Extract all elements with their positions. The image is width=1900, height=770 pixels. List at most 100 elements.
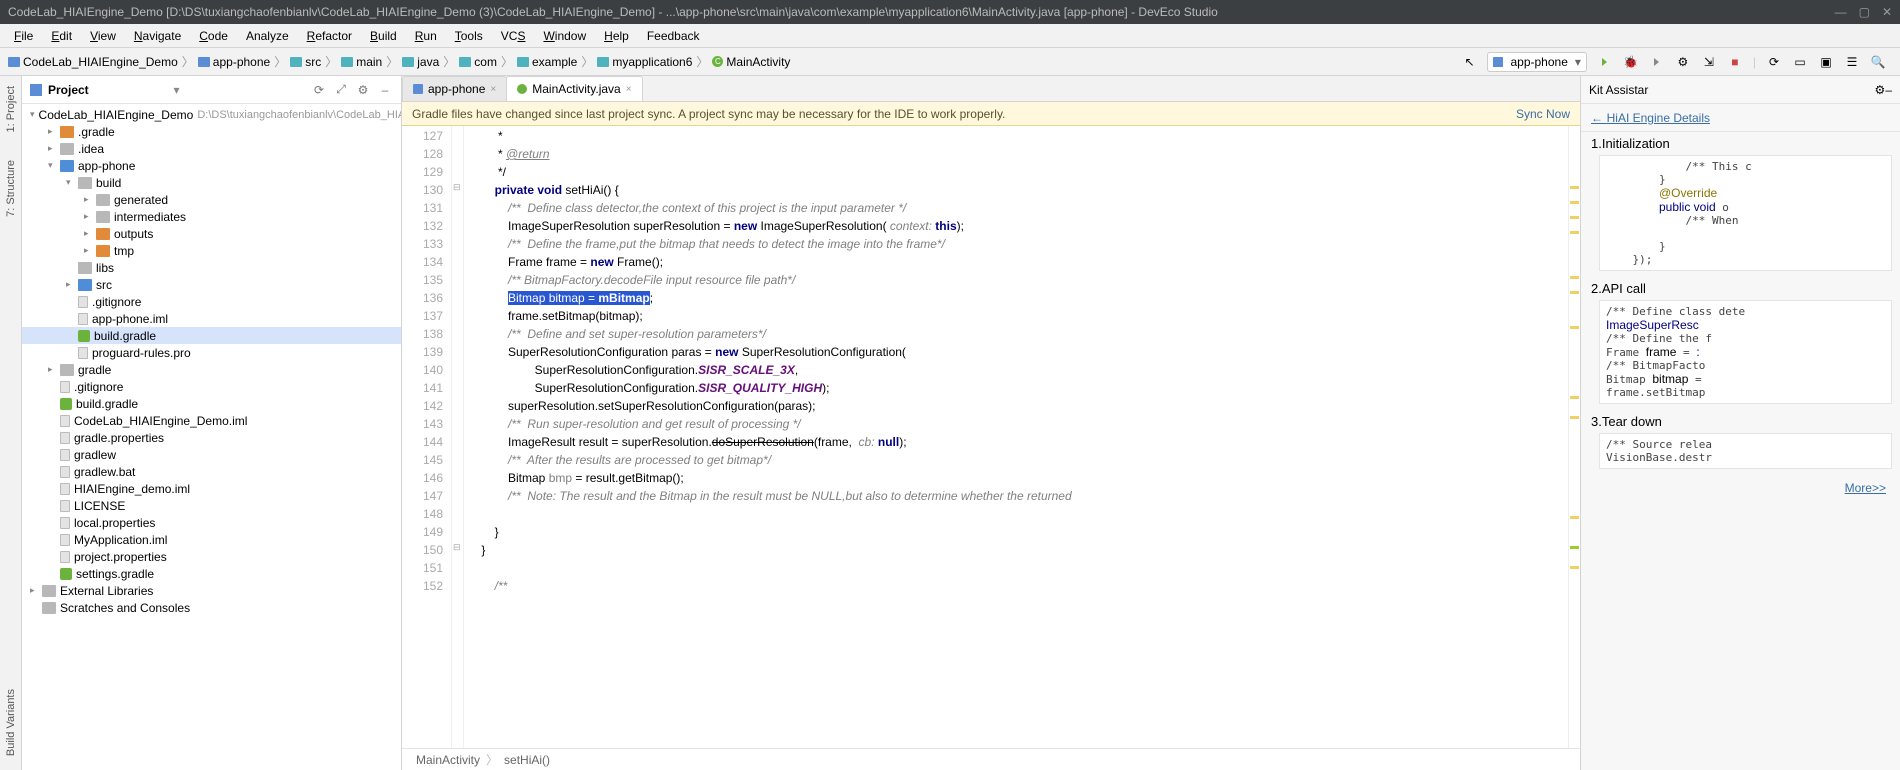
editor-breadcrumbs: MainActivity 〉 setHiAi() bbox=[402, 748, 1580, 770]
tree-row[interactable]: ▸.gradle bbox=[22, 123, 401, 140]
toolbar-actions: ↖ app-phone 🐞 ⚙ ⇲ ■ | ⟳ ▭ ▣ ☰ 🔍 bbox=[1461, 52, 1894, 72]
menu-vcs[interactable]: VCS bbox=[493, 27, 534, 45]
tree-row[interactable]: project.properties bbox=[22, 548, 401, 565]
code-snippet-teardown[interactable]: /** Source relea VisionBase.destr bbox=[1599, 433, 1892, 469]
settings-icon[interactable]: ⚙ bbox=[355, 83, 371, 97]
breadcrumb-item[interactable]: src bbox=[288, 55, 323, 69]
code-content[interactable]: * * @return */ private void setHiAi() { … bbox=[464, 126, 1568, 748]
menu-tools[interactable]: Tools bbox=[447, 27, 491, 45]
menu-code[interactable]: Code bbox=[191, 27, 236, 45]
code-snippet-api[interactable]: /** Define class dete ImageSuperResc /**… bbox=[1599, 300, 1892, 404]
tab-close-icon[interactable]: × bbox=[490, 84, 496, 95]
profile-icon[interactable]: ⚙ bbox=[1675, 54, 1691, 70]
avd-icon[interactable]: ▭ bbox=[1792, 54, 1808, 70]
debug-icon[interactable]: 🐞 bbox=[1623, 54, 1639, 70]
tree-row[interactable]: app-phone.iml bbox=[22, 310, 401, 327]
collapse-icon[interactable]: ⟳ bbox=[311, 83, 327, 97]
menu-file[interactable]: File bbox=[6, 27, 41, 45]
menu-refactor[interactable]: Refactor bbox=[299, 27, 360, 45]
breadcrumb-item[interactable]: CMainActivity bbox=[710, 55, 792, 69]
minimize-button[interactable]: — bbox=[1835, 5, 1847, 19]
tree-row[interactable]: ▸tmp bbox=[22, 242, 401, 259]
tree-row[interactable]: CodeLab_HIAIEngine_Demo.iml bbox=[22, 412, 401, 429]
fold-column[interactable]: ⊟⊟ bbox=[452, 126, 464, 748]
crumb-method[interactable]: setHiAi() bbox=[504, 753, 550, 767]
tree-row[interactable]: ▾build bbox=[22, 174, 401, 191]
more-link[interactable]: More>> bbox=[1581, 475, 1900, 501]
breadcrumb-item[interactable]: java bbox=[400, 55, 441, 69]
tree-row[interactable]: LICENSE bbox=[22, 497, 401, 514]
breadcrumb-item[interactable]: main bbox=[339, 55, 384, 69]
tool-tab-structure[interactable]: 7: Structure bbox=[3, 156, 19, 221]
menu-run[interactable]: Run bbox=[407, 27, 445, 45]
tree-row[interactable]: ▸intermediates bbox=[22, 208, 401, 225]
editor-tab[interactable]: app-phone× bbox=[402, 76, 507, 101]
tool-tab-project[interactable]: 1: Project bbox=[3, 82, 19, 136]
tree-row[interactable]: ▸External Libraries bbox=[22, 582, 401, 599]
tab-close-icon[interactable]: × bbox=[626, 84, 632, 95]
tree-row[interactable]: MyApplication.iml bbox=[22, 531, 401, 548]
code-editor[interactable]: 1271281291301311321331341351361371381391… bbox=[402, 126, 1580, 748]
menu-edit[interactable]: Edit bbox=[43, 27, 80, 45]
tree-row[interactable]: HIAIEngine_demo.iml bbox=[22, 480, 401, 497]
hiai-details-link[interactable]: HiAI Engine Details bbox=[1607, 111, 1710, 125]
editor-tab[interactable]: MainActivity.java× bbox=[506, 76, 642, 101]
tree-row[interactable]: gradlew.bat bbox=[22, 463, 401, 480]
attach-icon[interactable]: ⇲ bbox=[1701, 54, 1717, 70]
breadcrumb-item[interactable]: com bbox=[457, 55, 499, 69]
tree-row[interactable]: gradle.properties bbox=[22, 429, 401, 446]
tree-row[interactable]: ▸.idea bbox=[22, 140, 401, 157]
menu-analyze[interactable]: Analyze bbox=[238, 27, 297, 45]
crumb-class[interactable]: MainActivity bbox=[416, 753, 480, 767]
menu-view[interactable]: View bbox=[82, 27, 124, 45]
expand-icon[interactable]: ⤢ bbox=[333, 82, 349, 97]
menu-window[interactable]: Window bbox=[535, 27, 594, 45]
menu-feedback[interactable]: Feedback bbox=[639, 27, 708, 45]
tree-row[interactable]: ▸gradle bbox=[22, 361, 401, 378]
tree-row[interactable]: build.gradle bbox=[22, 395, 401, 412]
breadcrumb-item[interactable]: CodeLab_HIAIEngine_Demo bbox=[6, 55, 180, 69]
stop-icon[interactable]: ■ bbox=[1727, 54, 1743, 70]
back-arrow-icon[interactable]: ← bbox=[1591, 111, 1603, 125]
maximize-button[interactable]: ▢ bbox=[1859, 5, 1870, 19]
tree-row[interactable]: build.gradle bbox=[22, 327, 401, 344]
menu-build[interactable]: Build bbox=[362, 27, 405, 45]
project-icon bbox=[30, 84, 42, 96]
breadcrumb-item[interactable]: myapplication6 bbox=[595, 55, 694, 69]
code-snippet-init[interactable]: /** This c } @Override public void o /**… bbox=[1599, 155, 1892, 271]
gear-icon[interactable]: ⚙ bbox=[1875, 83, 1886, 97]
menu-help[interactable]: Help bbox=[596, 27, 637, 45]
sync-now-link[interactable]: Sync Now bbox=[1516, 107, 1570, 121]
tree-row[interactable]: ▾app-phone bbox=[22, 157, 401, 174]
tree-row[interactable]: .gitignore bbox=[22, 293, 401, 310]
sync-icon[interactable]: ⟳ bbox=[1766, 54, 1782, 70]
coverage-icon[interactable] bbox=[1649, 54, 1665, 70]
breadcrumb-item[interactable]: app-phone bbox=[196, 55, 272, 69]
tree-row[interactable]: ▾CodeLab_HIAIEngine_DemoD:\DS\tuxiangcha… bbox=[22, 106, 401, 123]
hide-icon[interactable]: – bbox=[377, 83, 393, 97]
tree-row[interactable]: gradlew bbox=[22, 446, 401, 463]
search-icon[interactable]: 🔍 bbox=[1870, 54, 1886, 70]
tool-tab-build-variants[interactable]: Build Variants bbox=[3, 685, 19, 760]
close-button[interactable]: ✕ bbox=[1882, 5, 1892, 19]
error-stripe[interactable] bbox=[1568, 126, 1580, 748]
tree-row[interactable]: settings.gradle bbox=[22, 565, 401, 582]
run-config-combo[interactable]: app-phone bbox=[1487, 52, 1586, 72]
tree-row[interactable]: local.properties bbox=[22, 514, 401, 531]
sdk-icon[interactable]: ▣ bbox=[1818, 54, 1834, 70]
tree-row[interactable]: Scratches and Consoles bbox=[22, 599, 401, 616]
section-initialization: 1.Initialization bbox=[1581, 132, 1900, 153]
tree-row[interactable]: ▸generated bbox=[22, 191, 401, 208]
minimize-panel-icon[interactable]: – bbox=[1885, 83, 1892, 97]
tree-row[interactable]: .gitignore bbox=[22, 378, 401, 395]
tree-row[interactable]: libs bbox=[22, 259, 401, 276]
tree-row[interactable]: ▸src bbox=[22, 276, 401, 293]
back-icon[interactable]: ↖ bbox=[1461, 54, 1477, 70]
run-icon[interactable] bbox=[1597, 54, 1613, 70]
menu-navigate[interactable]: Navigate bbox=[126, 27, 189, 45]
project-tree[interactable]: ▾CodeLab_HIAIEngine_DemoD:\DS\tuxiangcha… bbox=[22, 104, 401, 770]
tree-row[interactable]: proguard-rules.pro bbox=[22, 344, 401, 361]
structure-icon[interactable]: ☰ bbox=[1844, 54, 1860, 70]
tree-row[interactable]: ▸outputs bbox=[22, 225, 401, 242]
breadcrumb-item[interactable]: example bbox=[515, 55, 579, 69]
